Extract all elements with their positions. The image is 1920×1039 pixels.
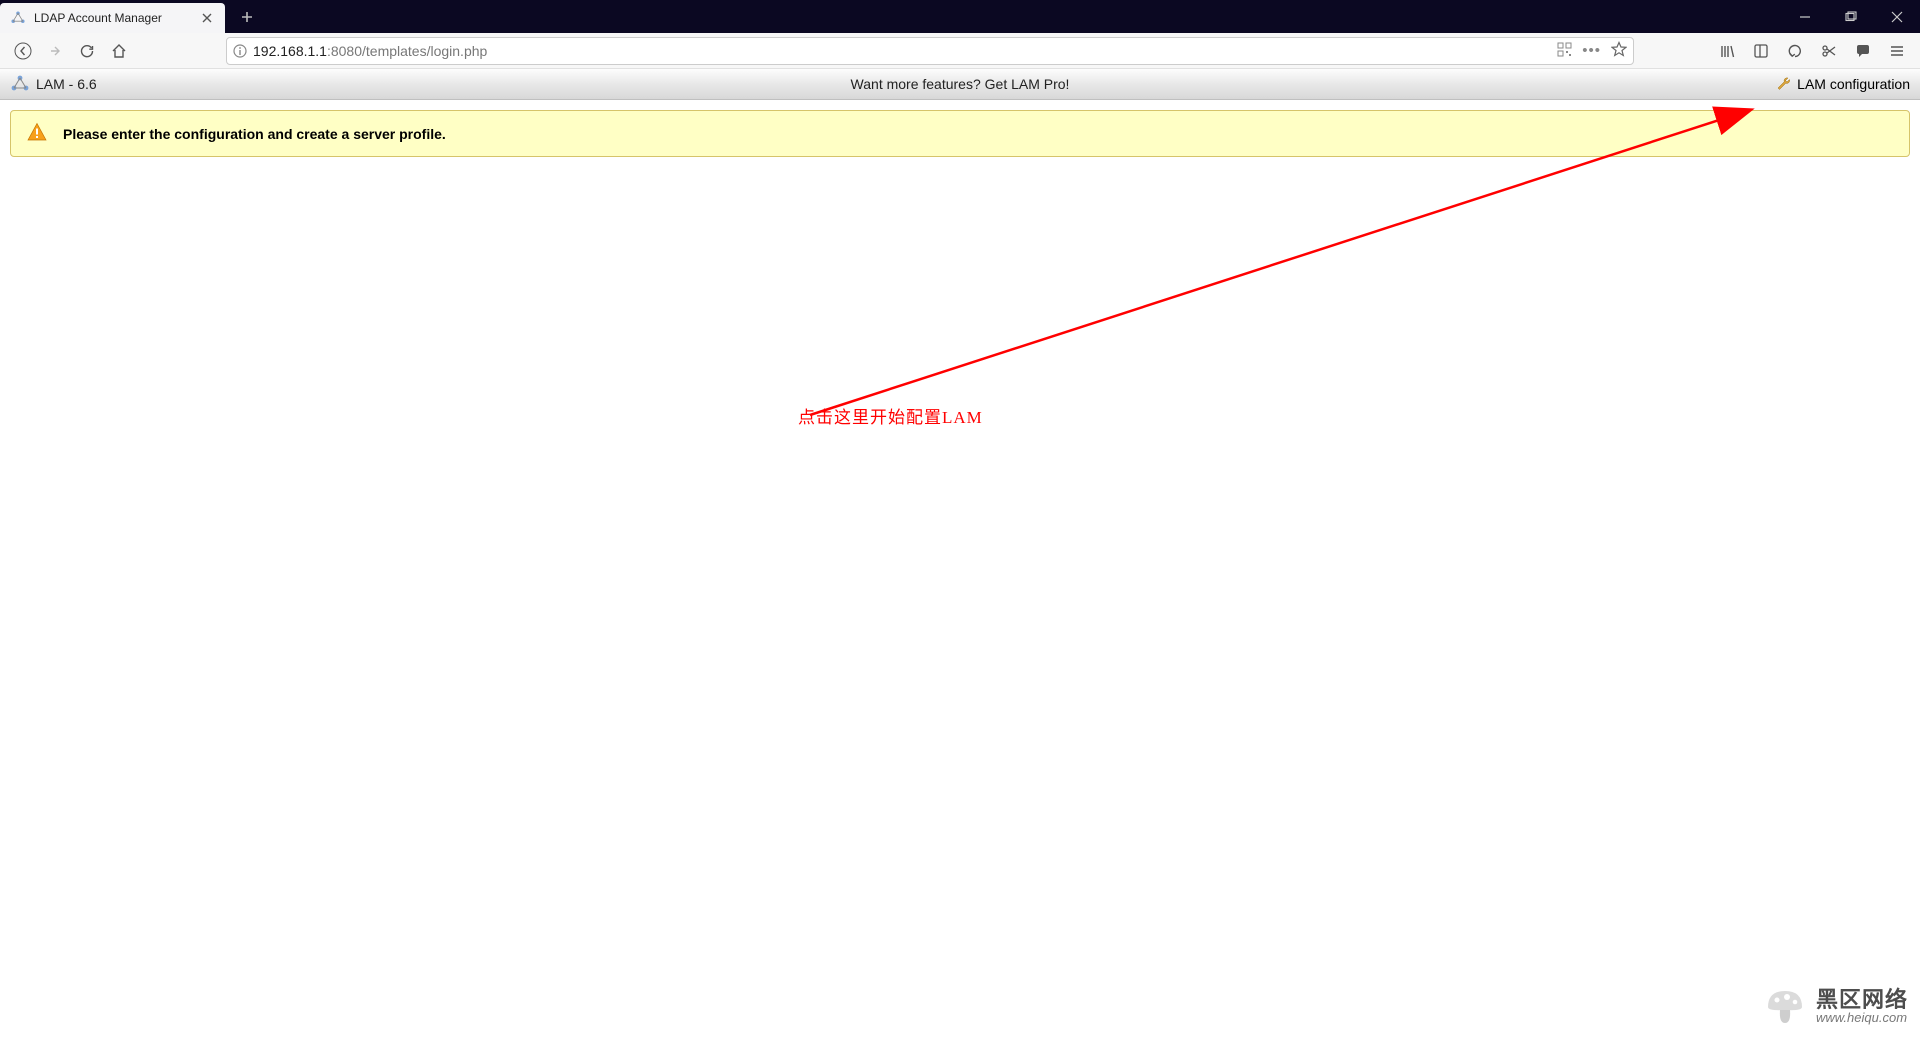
window-maximize-button[interactable] xyxy=(1828,0,1874,33)
nav-home-button[interactable] xyxy=(104,36,134,66)
watermark-url: www.heiqu.com xyxy=(1816,1011,1908,1024)
library-icon[interactable] xyxy=(1712,36,1742,66)
tab-close-icon[interactable] xyxy=(199,10,215,26)
lam-header: LAM - 6.6 Want more features? Get LAM Pr… xyxy=(0,69,1920,100)
watermark-title: 黑区网络 xyxy=(1816,989,1908,1011)
window-controls xyxy=(1782,0,1920,33)
window-close-button[interactable] xyxy=(1874,0,1920,33)
browser-navbar: 192.168.1.1:8080/templates/login.php ••• xyxy=(0,33,1920,69)
browser-tab-active[interactable]: LDAP Account Manager xyxy=(0,3,225,33)
nav-forward-button[interactable] xyxy=(40,36,70,66)
url-text: 192.168.1.1:8080/templates/login.php xyxy=(253,43,1551,59)
window-titlebar: LDAP Account Manager xyxy=(0,0,1920,33)
warning-alert: Please enter the configuration and creat… xyxy=(10,110,1910,157)
watermark: 黑区网络 www.heiqu.com xyxy=(1762,983,1908,1029)
alert-area: Please enter the configuration and creat… xyxy=(0,100,1920,167)
connection-info-icon[interactable] xyxy=(233,44,247,58)
tab-title: LDAP Account Manager xyxy=(34,11,199,25)
annotation-text: 点击这里开始配置LAM xyxy=(798,403,983,428)
tab-favicon-icon xyxy=(10,10,26,26)
new-tab-button[interactable] xyxy=(235,5,259,29)
app-menu-icon[interactable] xyxy=(1882,36,1912,66)
lam-logo-wrap[interactable]: LAM - 6.6 xyxy=(10,74,97,94)
url-host: 192.168.1.1 xyxy=(253,43,327,59)
lam-pro-link[interactable]: Want more features? Get LAM Pro! xyxy=(851,76,1070,92)
lam-configuration-label: LAM configuration xyxy=(1797,76,1910,92)
toolbar-chat-icon[interactable] xyxy=(1848,36,1878,66)
wrench-icon xyxy=(1775,75,1791,94)
lam-version-label: LAM - 6.6 xyxy=(36,76,97,92)
url-path: :8080/templates/login.php xyxy=(327,43,487,59)
tab-strip: LDAP Account Manager xyxy=(0,0,259,33)
toolbar-scissors-icon[interactable] xyxy=(1814,36,1844,66)
toolbar-back-icon[interactable] xyxy=(1780,36,1810,66)
page-actions-ellipsis-icon[interactable]: ••• xyxy=(1582,42,1601,59)
lam-logo-icon xyxy=(10,74,30,94)
window-minimize-button[interactable] xyxy=(1782,0,1828,33)
warning-message: Please enter the configuration and creat… xyxy=(63,126,446,142)
watermark-mushroom-icon xyxy=(1762,983,1808,1029)
url-bar[interactable]: 192.168.1.1:8080/templates/login.php ••• xyxy=(226,37,1634,65)
qr-icon[interactable] xyxy=(1557,42,1572,60)
sidebars-icon[interactable] xyxy=(1746,36,1776,66)
lam-configuration-link[interactable]: LAM configuration xyxy=(1775,75,1910,94)
nav-reload-button[interactable] xyxy=(72,36,102,66)
warning-icon xyxy=(27,122,47,145)
bookmark-star-icon[interactable] xyxy=(1611,41,1627,60)
nav-back-button[interactable] xyxy=(8,36,38,66)
